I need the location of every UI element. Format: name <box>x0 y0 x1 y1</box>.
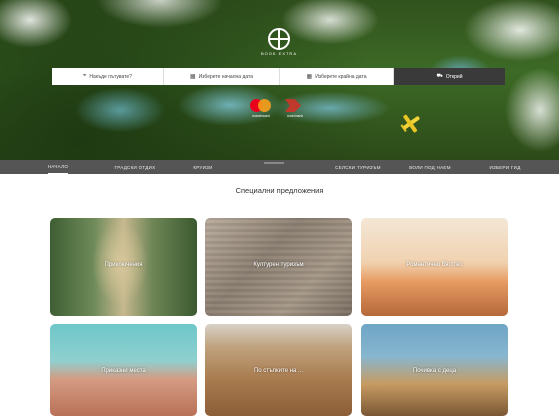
search-bar: ⌖ Накъде пътувате? ▦ Изберете начална да… <box>52 68 505 85</box>
card-label: По стъпките на ... <box>253 368 304 374</box>
section-title: Специални предложения <box>235 186 324 195</box>
card-label: Романтично бягство <box>406 262 463 268</box>
car-icon: ⛟ <box>436 73 443 79</box>
main-nav: НАЧАЛО ГРАДСКИ ОТДИХ КРУИЗИ СЕЛСКИ ТУРИЗ… <box>0 160 559 174</box>
logo-text: BOOK EXTRA <box>260 51 297 56</box>
nav-item-choose-guide[interactable]: ИЗБЕРИ ГИД <box>485 160 525 174</box>
nav-indicator <box>218 160 329 174</box>
card-label: Приключения <box>104 262 143 268</box>
start-date-label: Изберете начална дата <box>198 73 254 80</box>
nav-item-home[interactable]: НАЧАЛО <box>48 160 68 174</box>
start-date-field[interactable]: ▦ Изберете начална дата <box>164 68 280 85</box>
search-button-label: Открий <box>445 73 463 80</box>
offer-card-family-holiday[interactable]: Почивка с деца <box>361 324 508 416</box>
search-button[interactable]: ⛟ Открий <box>394 68 505 85</box>
destination-field[interactable]: ⌖ Накъде пътувате? <box>52 68 164 85</box>
card-label: Културен туризъм <box>253 262 304 268</box>
nav-item-rentals[interactable]: ВОЛИ ПОД НАЕМ <box>405 160 455 174</box>
location-pin-icon: ⌖ <box>83 73 87 79</box>
payment-logo-icon <box>285 99 301 112</box>
payment-logo-text: mobi.bank <box>286 114 304 118</box>
offer-card-adventures[interactable]: Приключения <box>50 218 197 316</box>
nav-item-rural-tourism[interactable]: СЕЛСКИ ТУРИЗЪМ <box>329 160 387 174</box>
nav-item-city-breaks[interactable]: ГРАДСКИ ОТДИХ <box>106 160 164 174</box>
offer-card-footsteps[interactable]: По стъпките на ... <box>205 324 352 416</box>
offer-card-cultural-tourism[interactable]: Културен туризъм <box>205 218 352 316</box>
mastercard-logo <box>250 99 272 112</box>
calendar-icon: ▦ <box>189 74 196 80</box>
mastercard-text: mastercard <box>252 114 270 118</box>
card-label: Приказни места <box>101 368 146 374</box>
logo-icon[interactable] <box>268 28 290 50</box>
airplane-icon <box>400 114 420 133</box>
end-date-label: Изберете крайна дата <box>315 73 367 80</box>
destination-label: Накъде пътувате? <box>89 73 132 80</box>
offer-card-fairytale-places[interactable]: Приказни места <box>50 324 197 416</box>
end-date-field[interactable]: ▦ Изберете крайна дата <box>280 68 394 85</box>
nav-item-cruises[interactable]: КРУИЗИ <box>188 160 218 174</box>
offer-card-romantic-getaway[interactable]: Романтично бягство <box>361 218 508 316</box>
card-label: Почивка с деца <box>412 368 457 374</box>
hero-banner: BOOK EXTRA ⌖ Накъде пътувате? ▦ Изберете… <box>0 0 559 160</box>
calendar-icon: ▦ <box>306 74 313 80</box>
